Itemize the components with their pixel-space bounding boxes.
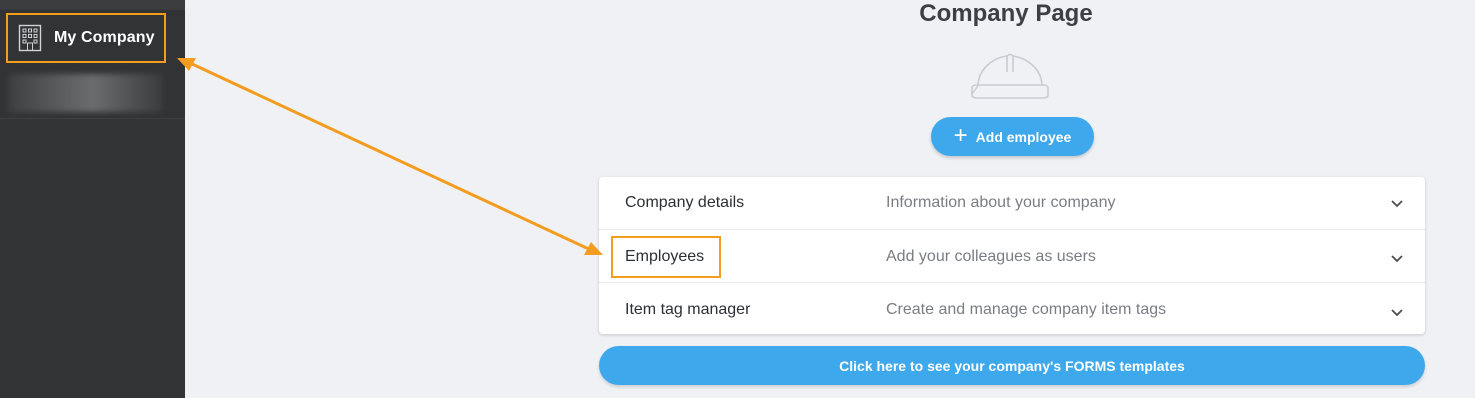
section-company-details[interactable]: Company details Information about your c… [599, 177, 1425, 229]
company-sections-accordion: Company details Information about your c… [599, 177, 1425, 334]
sidebar: My Company [0, 0, 185, 398]
sidebar-divider [0, 118, 185, 119]
section-description: Information about your company [886, 194, 1116, 211]
row-divider [599, 229, 1425, 230]
plus-icon: + [953, 121, 968, 149]
sidebar-item-blurred[interactable] [8, 74, 163, 112]
employees-highlight-box [611, 236, 721, 278]
add-employee-button[interactable]: + Add employee [931, 117, 1094, 156]
sidebar-top-strip [0, 0, 185, 10]
sidebar-item-label: My Company [54, 29, 155, 46]
hard-hat-icon [971, 53, 1049, 99]
section-item-tag-manager[interactable]: Item tag manager Create and manage compa… [599, 282, 1425, 334]
section-description: Create and manage company item tags [886, 301, 1167, 318]
add-employee-label: Add employee [975, 128, 1072, 145]
building-icon [18, 23, 42, 53]
page-title: Company Page [919, 0, 1093, 27]
section-title: Item tag manager [625, 301, 751, 318]
section-title: Company details [625, 194, 745, 211]
forms-templates-button[interactable]: Click here to see your company's FORMS t… [599, 346, 1425, 385]
forms-templates-label: Click here to see your company's FORMS t… [839, 357, 1185, 374]
chevron-down-icon[interactable] [1389, 195, 1405, 211]
section-employees[interactable]: Employees Add your colleagues as users [599, 229, 1425, 281]
chevron-down-icon[interactable] [1389, 250, 1405, 266]
row-divider [599, 282, 1425, 283]
sidebar-item-my-company[interactable]: My Company [6, 13, 166, 63]
section-description: Add your colleagues as users [886, 248, 1096, 265]
chevron-down-icon[interactable] [1389, 304, 1405, 320]
